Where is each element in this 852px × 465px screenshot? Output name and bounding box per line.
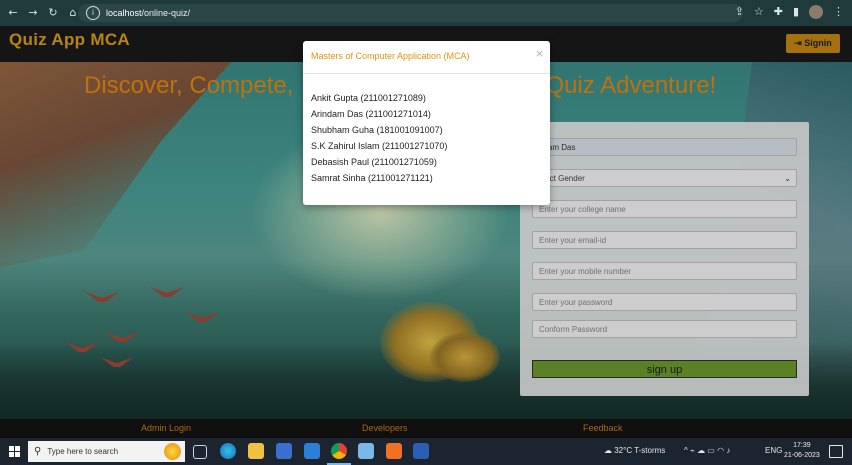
member-item: S.K Zahirul Islam (211001271070) — [311, 141, 448, 151]
forward-arrow-icon[interactable]: → — [26, 6, 40, 20]
taskbar-clock[interactable]: 17:39 21-06-2023 — [784, 441, 820, 461]
chrome-icon[interactable] — [331, 443, 347, 459]
back-arrow-icon[interactable]: ← — [6, 6, 20, 20]
close-icon[interactable]: × — [535, 47, 544, 60]
reload-icon[interactable]: ↻ — [46, 6, 60, 20]
language-indicator[interactable]: ENG — [765, 446, 782, 455]
member-item: Samrat Sinha (211001271121) — [311, 173, 433, 183]
weather-text: 32°C T-storms — [614, 446, 666, 455]
file-explorer-icon[interactable] — [248, 443, 264, 459]
mail-icon[interactable] — [304, 443, 320, 459]
clock-date: 21-06-2023 — [784, 452, 820, 459]
volume-icon: ♪ — [726, 446, 731, 455]
taskbar-search[interactable]: ⚲ Type here to search — [28, 441, 185, 462]
browser-actions: ⇪ ☆ ✚ ▮ ⋮ — [735, 5, 844, 19]
star-icon[interactable]: ☆ — [754, 5, 764, 19]
site-info-icon[interactable]: i — [86, 6, 100, 20]
developers-modal: Masters of Computer Application (MCA) × … — [303, 41, 550, 205]
task-view-icon[interactable] — [193, 445, 207, 459]
notification-icon[interactable] — [829, 445, 843, 458]
chevron-up-icon: ^ — [684, 446, 688, 455]
member-item: Ankit Gupta (211001271089) — [311, 93, 426, 103]
url-text[interactable]: localhost/online-quiz/ — [106, 8, 190, 18]
modal-title: Masters of Computer Application (MCA) — [311, 51, 470, 61]
clock-time: 17:39 — [793, 442, 811, 449]
word-icon[interactable] — [413, 443, 429, 459]
windows-start-icon[interactable] — [9, 446, 20, 457]
browser-toolbar: ← → ↻ ⌂ i localhost/online-quiz/ ⇪ ☆ ✚ ▮… — [0, 0, 852, 26]
url-path: /online-quiz/ — [141, 8, 191, 18]
extensions-icon[interactable]: ✚ — [774, 5, 783, 19]
address-bar[interactable]: i localhost/online-quiz/ — [78, 4, 743, 22]
profile-avatar-icon[interactable] — [809, 5, 823, 19]
store-icon[interactable] — [276, 443, 292, 459]
member-item: Debasish Paul (211001271059) — [311, 157, 437, 167]
url-host: localhost — [106, 8, 142, 18]
windows-taskbar: ⚲ Type here to search ☁ 32°C T-storms ^ … — [0, 438, 852, 465]
member-item: Shubham Guha (181001091007) — [311, 125, 443, 135]
cloud-icon: ☁ — [697, 446, 706, 455]
taskbar-search-placeholder: Type here to search — [47, 447, 119, 456]
edge-icon[interactable] — [220, 443, 236, 459]
share-icon[interactable]: ⇪ — [735, 5, 744, 19]
weather-icon: ☁ — [604, 446, 612, 455]
sidebar-icon[interactable]: ▮ — [793, 5, 799, 19]
app-icon[interactable] — [358, 443, 374, 459]
search-icon: ⚲ — [34, 446, 42, 457]
xampp-icon[interactable] — [386, 443, 402, 459]
network-icon: ⌁ — [690, 446, 695, 455]
modal-divider — [303, 73, 550, 74]
menu-dots-icon[interactable]: ⋮ — [833, 5, 844, 19]
weather-widget[interactable]: ☁ 32°C T-storms — [604, 446, 665, 455]
search-highlight-icon — [164, 443, 181, 460]
member-item: Arindam Das (211001271014) — [311, 109, 431, 119]
wifi-icon: ◠ — [717, 446, 725, 455]
tray-icons[interactable]: ^ ⌁ ☁ ▭ ◠ ♪ — [684, 446, 730, 455]
battery-icon: ▭ — [707, 446, 715, 455]
